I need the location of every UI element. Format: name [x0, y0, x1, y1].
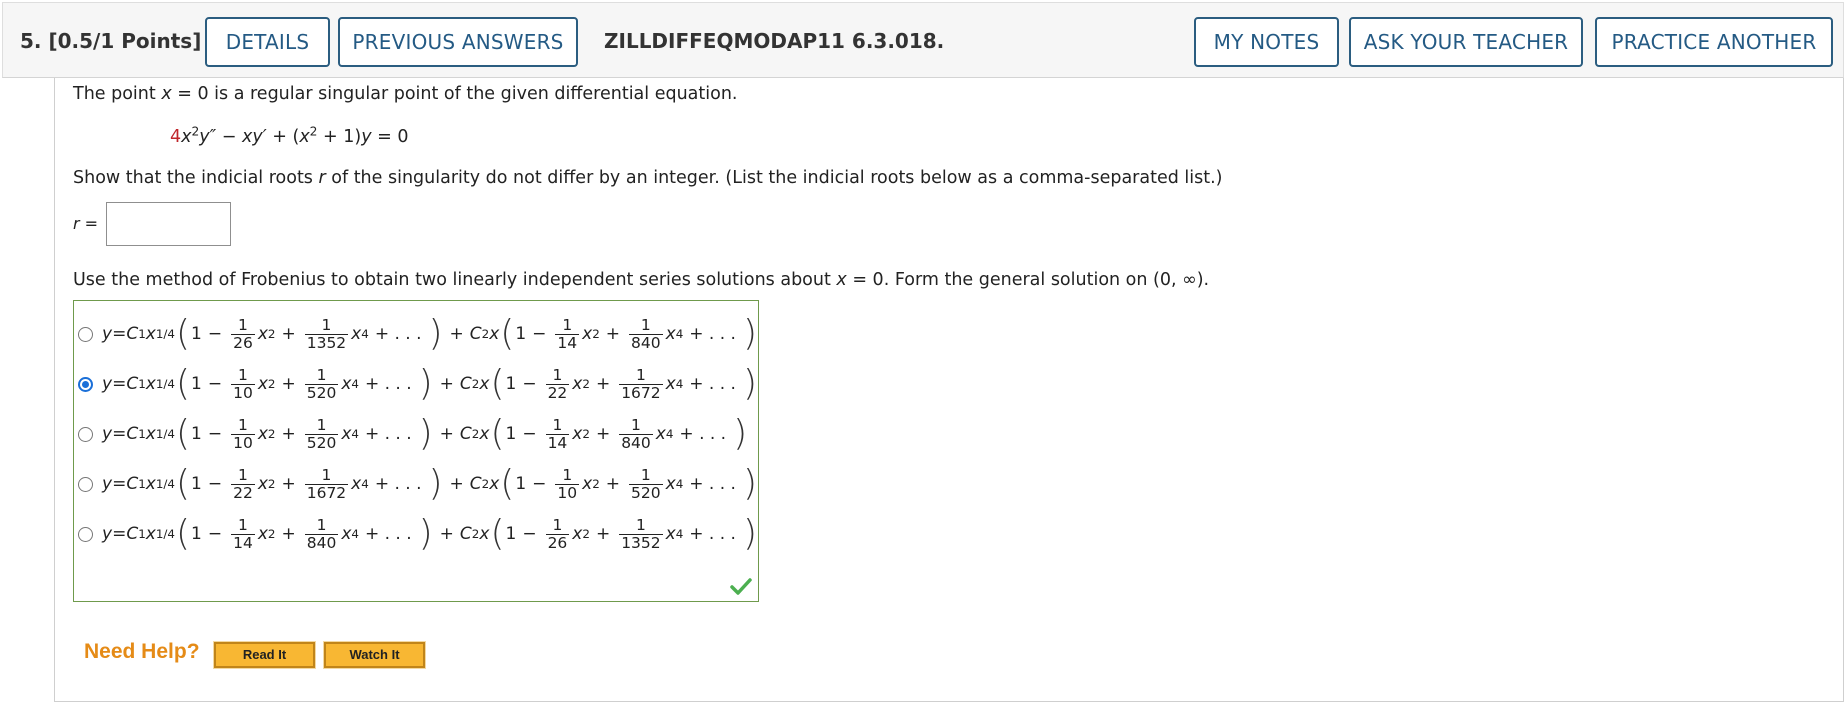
choice-formula: y = C 1 x 1/4(1−1 10 x 2 +1 520 x 4 + . . .) + C 2 x(1−… — [102, 413, 748, 454]
choice-formula: y = C 1 x 1/4(1−1 22 x 2 +1 1672 x 4 + . . .) + C 2 x(1… — [102, 463, 757, 504]
fraction: 1 520 — [629, 465, 663, 502]
frobenius-instructions: Use the method of Frobenius to obtain tw… — [73, 270, 1210, 290]
fraction: 1 1672 — [619, 365, 663, 402]
choice-option[interactable]: y = C 1 x 1/4(1−1 26 x 2 +1 1352 x 4 + . . .) + C 2 x(1… — [74, 309, 760, 359]
choice-option[interactable]: y = C 1 x 1/4(1−1 14 x 2 +1 840 x 4 + . . .) + C 2 x(1−… — [74, 509, 760, 559]
fraction: 1 1352 — [304, 315, 349, 352]
previous-answers-button[interactable]: PREVIOUS ANSWERS — [338, 17, 578, 67]
choice-option[interactable]: y = C 1 x 1/4(1−1 10 x 2 +1 520 x 4 + . . .) + C 2 x(1−… — [74, 409, 760, 459]
radio-button[interactable] — [78, 327, 93, 342]
answer-choices: y = C 1 x 1/4(1−1 26 x 2 +1 1352 x 4 + . . .) + C 2 x(1… — [73, 300, 759, 602]
fraction: 1 520 — [304, 365, 339, 402]
fraction: 1 26 — [545, 515, 570, 552]
fraction: 1 840 — [629, 315, 663, 352]
checkmark-icon — [730, 578, 752, 595]
my-notes-button[interactable]: MY NOTES — [1194, 17, 1339, 67]
choice-formula: y = C 1 x 1/4(1−1 14 x 2 +1 840 x 4 + . . .) + C 2 x(1−… — [102, 513, 757, 554]
details-button[interactable]: DETAILS — [205, 17, 330, 67]
practice-another-button[interactable]: PRACTICE ANOTHER — [1595, 17, 1833, 67]
read-it-button[interactable]: Read It — [213, 641, 316, 669]
indicial-roots-input[interactable] — [106, 202, 231, 246]
fraction: 1 840 — [619, 415, 653, 452]
choice-option[interactable]: y = C 1 x 1/4(1−1 10 x 2 +1 520 x 4 + . . .) + C 2 x(1−… — [74, 359, 760, 409]
need-help-label: Need Help? — [84, 640, 200, 663]
fraction: 1 22 — [231, 465, 255, 502]
indicial-instructions: Show that the indicial roots r of the si… — [73, 168, 1223, 188]
fraction: 1 10 — [555, 465, 580, 502]
fraction: 1 1352 — [619, 515, 663, 552]
fraction: 1 520 — [304, 415, 339, 452]
differential-equation: 4x2y″ − xy′ + (x2 + 1)y = 0 — [170, 124, 409, 147]
choice-option[interactable]: y = C 1 x 1/4(1−1 22 x 2 +1 1672 x 4 + . . .) + C 2 x(1… — [74, 459, 760, 509]
fraction: 1 14 — [545, 415, 570, 452]
radio-button[interactable] — [78, 427, 93, 442]
ask-your-teacher-button[interactable]: ASK YOUR TEACHER — [1349, 17, 1583, 67]
radio-button[interactable] — [78, 527, 93, 542]
radio-button[interactable] — [78, 377, 93, 392]
question-points: 5. [0.5/1 Points] — [20, 29, 202, 53]
fraction: 1 26 — [231, 315, 255, 352]
question-code: ZILLDIFFEQMODAP11 6.3.018. — [604, 29, 945, 53]
problem-intro: The point x = 0 is a regular singular po… — [73, 84, 738, 104]
fraction: 1 14 — [231, 515, 255, 552]
choice-formula: y = C 1 x 1/4(1−1 10 x 2 +1 520 x 4 + . . .) + C 2 x(1−… — [102, 363, 757, 404]
fraction: 1 14 — [555, 315, 580, 352]
watch-it-button[interactable]: Watch It — [323, 641, 426, 669]
fraction: 1 840 — [304, 515, 339, 552]
fraction: 1 10 — [231, 415, 255, 452]
fraction: 1 22 — [545, 365, 570, 402]
choice-formula: y = C 1 x 1/4(1−1 26 x 2 +1 1352 x 4 + . . .) + C 2 x(1… — [102, 313, 757, 354]
fraction: 1 1672 — [304, 465, 349, 502]
radio-button[interactable] — [78, 477, 93, 492]
fraction: 1 10 — [231, 365, 255, 402]
r-label: r = — [73, 214, 99, 233]
question-header: 5. [0.5/1 Points] DETAILS PREVIOUS ANSWE… — [2, 2, 1844, 78]
